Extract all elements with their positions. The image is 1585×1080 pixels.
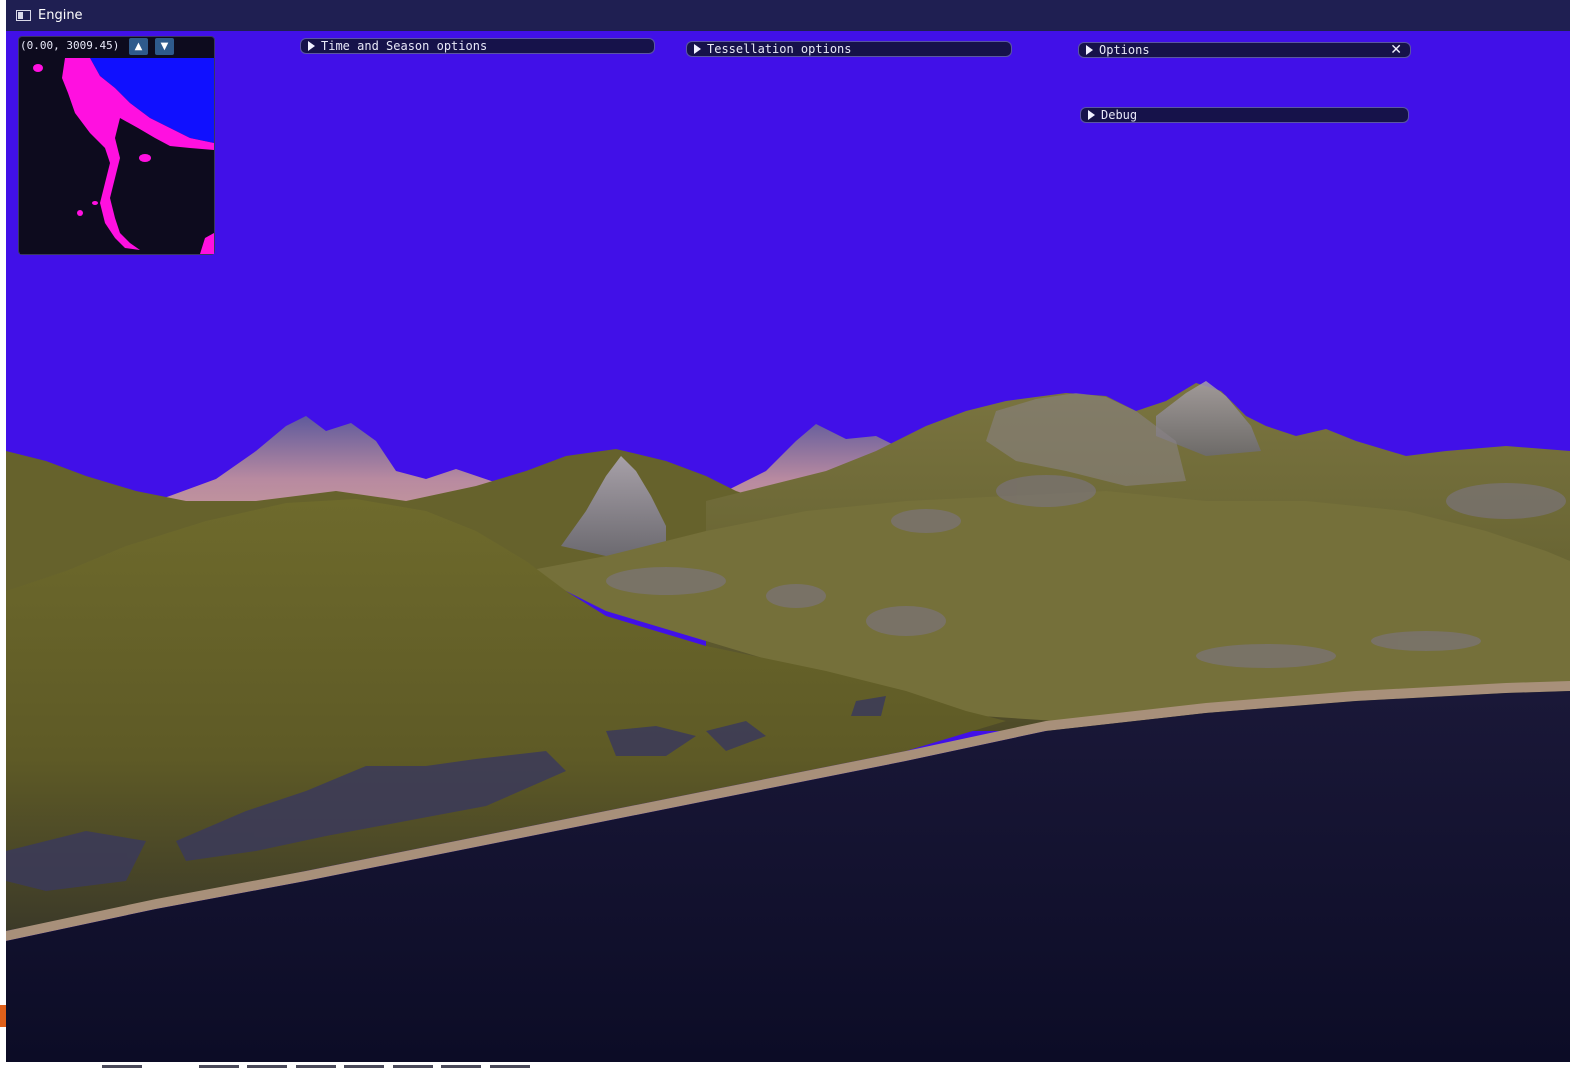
taskbar-item[interactable] [490,1065,530,1068]
debug-header[interactable]: Debug [1080,107,1409,123]
taskbar-item[interactable] [393,1065,433,1068]
zoom-down-button[interactable]: ▼ [155,38,174,55]
minimap-panel: (0.00, 3009.45) ▲ ▼ [18,36,215,255]
time-season-options-label: Time and Season options [321,39,488,53]
taskbar-item[interactable] [102,1065,142,1068]
close-icon[interactable]: ✕ [1390,43,1402,57]
triangle-right-icon [1086,45,1093,55]
minimap-islet [139,154,151,162]
terrain-scene [6,381,1570,1062]
triangle-right-icon [308,41,315,51]
title-bar[interactable]: Engine [6,0,1570,31]
render-viewport[interactable]: (0.00, 3009.45) ▲ ▼ Time and Season opti… [6,31,1570,1062]
minimap-canvas[interactable] [20,58,214,254]
taskbar-item[interactable] [296,1065,336,1068]
zoom-up-button[interactable]: ▲ [129,38,148,55]
background-window-edge [0,1005,6,1027]
taskbar-item[interactable] [199,1065,239,1068]
taskbar-strip [0,1062,1585,1080]
window-title: Engine [38,8,83,23]
app-window: Engine (0.00, 3009.45) ▲ ▼ Time and Seas… [6,0,1570,1062]
up-arrow-icon: ▲ [134,41,143,52]
time-season-options-header[interactable]: Time and Season options [300,38,655,54]
taskbar-item[interactable] [344,1065,384,1068]
down-arrow-icon: ▼ [160,41,169,52]
debug-label: Debug [1101,108,1138,122]
app-window-icon [16,10,31,21]
tessellation-options-header[interactable]: Tessellation options [686,41,1012,57]
triangle-right-icon [1088,110,1095,120]
options-header[interactable]: Options ✕ [1078,42,1411,58]
options-label: Options [1099,43,1150,57]
taskbar-item[interactable] [441,1065,481,1068]
tessellation-options-label: Tessellation options [707,42,852,56]
taskbar-item[interactable] [247,1065,287,1068]
triangle-right-icon [694,44,701,54]
camera-coordinates: (0.00, 3009.45) [20,39,120,52]
